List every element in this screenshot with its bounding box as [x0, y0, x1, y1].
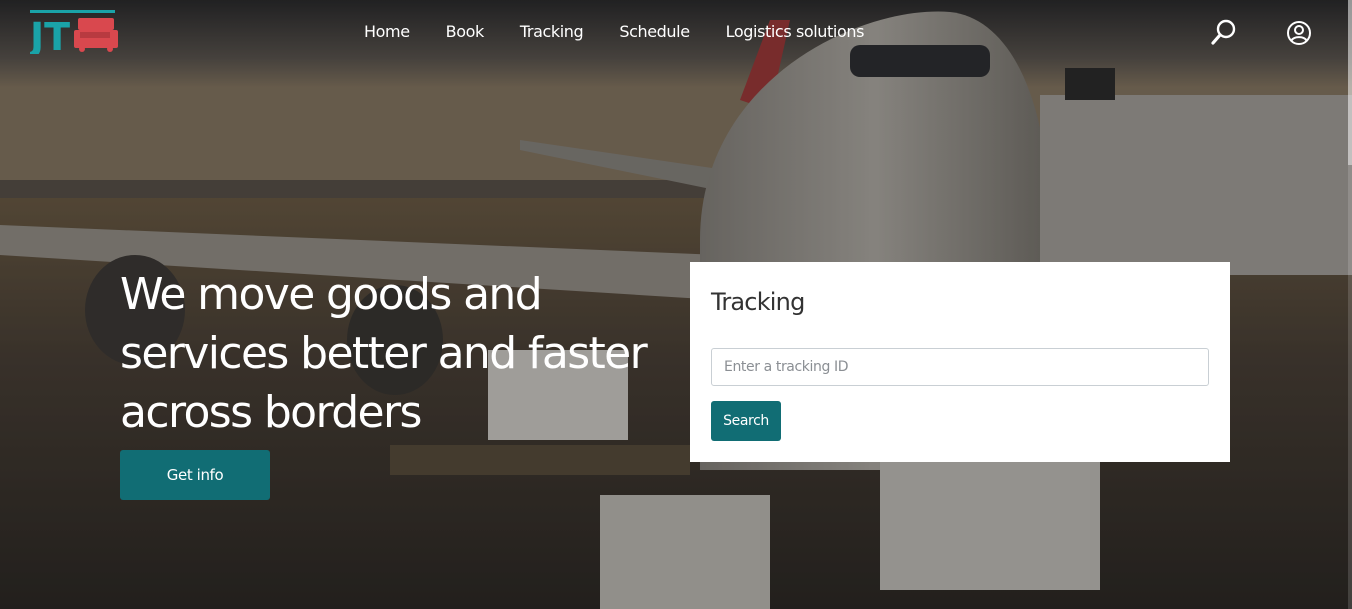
hero-headline: We move goods and services better and fa… — [120, 269, 648, 438]
nav-book[interactable]: Book — [446, 19, 485, 45]
tracking-id-input[interactable] — [711, 348, 1209, 386]
brand-logo[interactable]: JT — [27, 10, 118, 59]
scrollbar-thumb[interactable] — [1348, 0, 1352, 165]
main-nav: Home Book Tracking Schedule Logistics so… — [364, 19, 900, 45]
svg-text:JT: JT — [30, 15, 70, 54]
logo-mark: JT — [27, 10, 118, 59]
tracking-title: Tracking — [711, 288, 805, 316]
site-header: JT Home Book Tracking Schedule Logistics… — [0, 0, 1352, 64]
tracking-search-button[interactable]: Search — [711, 401, 781, 441]
user-circle-icon[interactable] — [1285, 19, 1313, 47]
nav-logistics-solutions[interactable]: Logistics solutions — [726, 19, 865, 45]
tracking-card: Tracking Search — [690, 262, 1230, 462]
nav-schedule[interactable]: Schedule — [619, 19, 690, 45]
truck-icon — [74, 18, 118, 52]
nav-tracking[interactable]: Tracking — [520, 19, 584, 45]
nav-home[interactable]: Home — [364, 19, 410, 45]
page-scrollbar[interactable] — [1348, 0, 1352, 609]
search-icon[interactable] — [1210, 18, 1238, 46]
get-info-button[interactable]: Get info — [120, 450, 270, 500]
